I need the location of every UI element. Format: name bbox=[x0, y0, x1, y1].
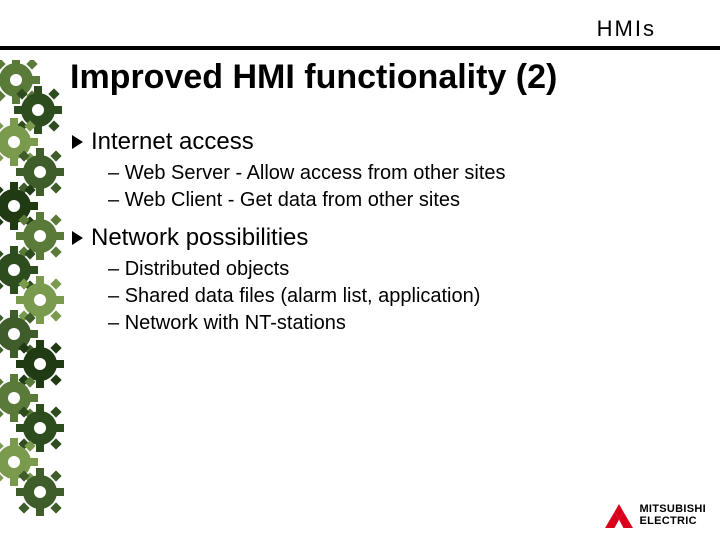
mitsubishi-diamonds-icon bbox=[605, 504, 633, 528]
decorative-gear-strip bbox=[0, 60, 62, 520]
triangle-bullet-icon bbox=[72, 231, 83, 245]
header-rule bbox=[0, 46, 720, 50]
bullet-text: Network possibilities bbox=[91, 224, 308, 252]
gear-strip-svg bbox=[0, 60, 70, 520]
logo-text: MITSUBISHI ELECTRIC bbox=[639, 504, 706, 527]
bullet-level2: Shared data files (alarm list, applicati… bbox=[108, 283, 690, 310]
header-category: HMIs bbox=[597, 16, 656, 42]
slide-content: Internet access Web Server - Allow acces… bbox=[72, 118, 690, 337]
bullet-text: Internet access bbox=[91, 128, 254, 156]
bullet-level2: Network with NT-stations bbox=[108, 310, 690, 337]
mitsubishi-logo: MITSUBISHI ELECTRIC bbox=[605, 504, 706, 528]
bullet-level2: Web Client - Get data from other sites bbox=[108, 187, 690, 214]
bullet-level2: Web Server - Allow access from other sit… bbox=[108, 160, 690, 187]
slide-title: Improved HMI functionality (2) bbox=[70, 58, 557, 97]
logo-line2: ELECTRIC bbox=[639, 516, 706, 528]
bullet-level2: Distributed objects bbox=[108, 256, 690, 283]
bullet-level1: Internet access bbox=[72, 128, 690, 156]
triangle-bullet-icon bbox=[72, 135, 83, 149]
bullet-level1: Network possibilities bbox=[72, 224, 690, 252]
